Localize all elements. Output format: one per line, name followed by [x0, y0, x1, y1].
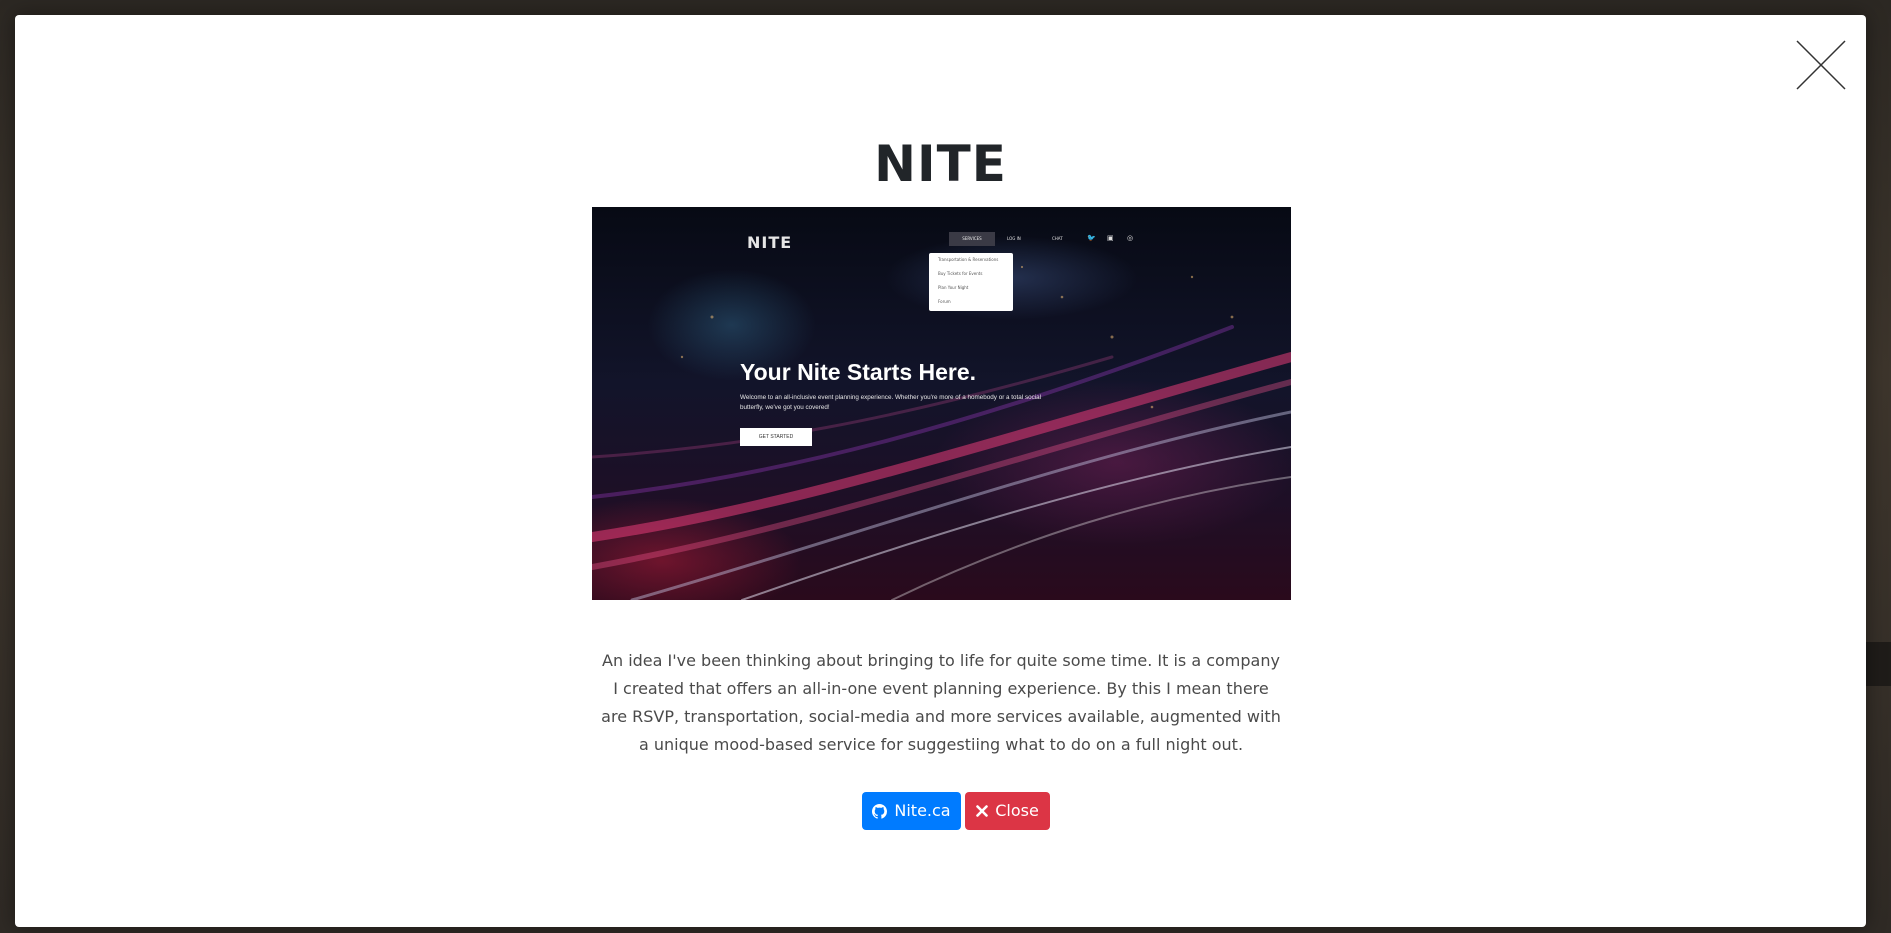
project-description: An idea I've been thinking about bringin… [601, 651, 1281, 754]
preview-menu-item: Transportation & Reservations [938, 257, 999, 262]
preview-facebook-icon: ▣ [1107, 234, 1114, 242]
project-modal: NITE NITE SERVICES LOG IN CHAT 🐦 ▣ ◎ Tra… [15, 15, 1866, 927]
preview-chat: CHAT [1052, 236, 1063, 241]
preview-menu-item: Buy Tickets for Events [938, 271, 983, 276]
times-icon [976, 805, 989, 817]
github-button-label: Nite.ca [894, 801, 951, 820]
preview-services-menu: SERVICES [949, 232, 995, 246]
close-x-icon[interactable] [1793, 37, 1849, 93]
modal-title: NITE [874, 135, 1007, 193]
preview-instagram-icon: ◎ [1127, 234, 1134, 242]
preview-logo: NITE [747, 233, 793, 252]
github-link-button[interactable]: Nite.ca [862, 792, 961, 830]
close-button-label: Close [995, 801, 1039, 820]
preview-menu-item: Forum [938, 299, 951, 304]
preview-dropdown: Transportation & Reservations Buy Ticket… [929, 253, 1013, 311]
preview-subtext: Welcome to an all-inclusive event planni… [740, 394, 1042, 411]
close-button[interactable]: Close [965, 792, 1050, 830]
preview-menu-item: Plan Your Night [938, 285, 969, 290]
preview-login: LOG IN [1007, 236, 1021, 241]
project-screenshot: NITE SERVICES LOG IN CHAT 🐦 ▣ ◎ Transpor… [592, 207, 1291, 600]
preview-headline: Your Nite Starts Here. [740, 359, 977, 385]
github-icon [872, 803, 888, 819]
preview-cta-button: GET STARTED [740, 428, 812, 446]
preview-twitter-icon: 🐦 [1087, 234, 1096, 242]
